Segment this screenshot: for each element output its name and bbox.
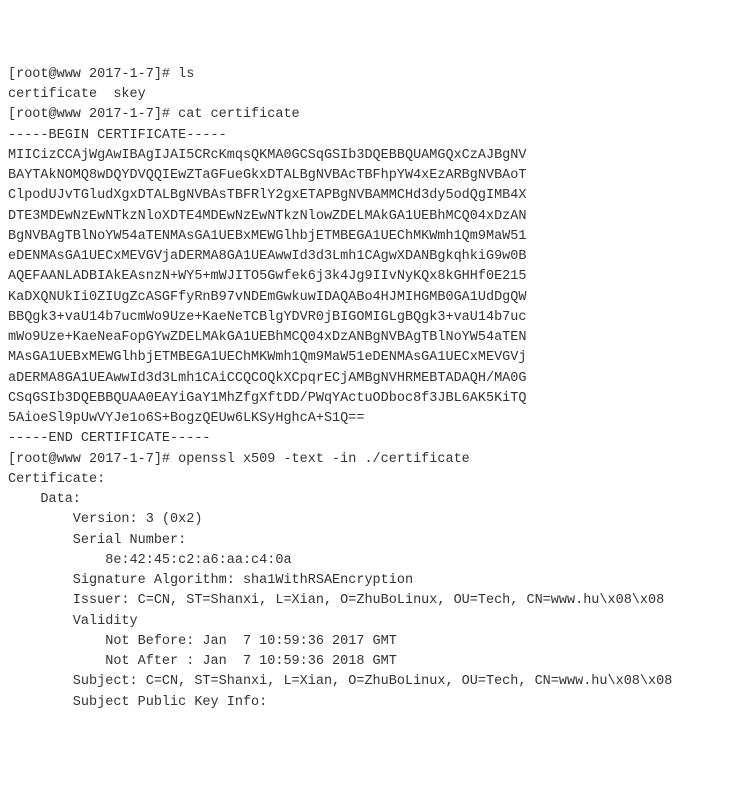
terminal-line: Issuer: C=CN, ST=Shanxi, L=Xian, O=ZhuBo… — [8, 591, 736, 611]
terminal-line: ClpodUJvTGludXgxDTALBgNVBAsTBFRlY2gxETAP… — [8, 186, 736, 206]
terminal-line: Not After : Jan 7 10:59:36 2018 GMT — [8, 652, 736, 672]
terminal-line: CSqGSIb3DQEBBQUAA0EAYiGaY1MhZfgXftDD/PWq… — [8, 389, 736, 409]
terminal-line: [root@www 2017-1-7]# cat certificate — [8, 105, 736, 125]
terminal-line: -----BEGIN CERTIFICATE----- — [8, 126, 736, 146]
terminal-line: BAYTAkNOMQ8wDQYDVQQIEwZTaGFueGkxDTALBgNV… — [8, 166, 736, 186]
terminal-line: Version: 3 (0x2) — [8, 510, 736, 530]
terminal-line: -----END CERTIFICATE----- — [8, 429, 736, 449]
terminal-line: AQEFAANLADBIAkEAsnzN+WY5+mWJITO5Gwfek6j3… — [8, 267, 736, 287]
terminal-line: BgNVBAgTBlNoYW54aTENMAsGA1UEBxMEWGlhbjET… — [8, 227, 736, 247]
terminal-line: certificate skey — [8, 85, 736, 105]
terminal-line: mWo9Uze+KaeNeaFopGYwZDELMAkGA1UEBhMCQ04x… — [8, 328, 736, 348]
terminal-line: KaDXQNUkIi0ZIUgZcASGFfyRnB97vNDEmGwkuwID… — [8, 288, 736, 308]
terminal-line: Subject: C=CN, ST=Shanxi, L=Xian, O=ZhuB… — [8, 672, 736, 692]
terminal-line: Validity — [8, 612, 736, 632]
terminal-output: [root@www 2017-1-7]# lscertificate skey[… — [8, 65, 736, 713]
terminal-line: [root@www 2017-1-7]# openssl x509 -text … — [8, 450, 736, 470]
terminal-line: Serial Number: — [8, 531, 736, 551]
terminal-line: Not Before: Jan 7 10:59:36 2017 GMT — [8, 632, 736, 652]
terminal-line: MAsGA1UEBxMEWGlhbjETMBEGA1UEChMKWmh1Qm9M… — [8, 348, 736, 368]
terminal-line: BBQgk3+vaU14b7ucmWo9Uze+KaeNeTCBlgYDVR0j… — [8, 308, 736, 328]
terminal-line: DTE3MDEwNzEwNTkzNloXDTE4MDEwNzEwNTkzNlow… — [8, 207, 736, 227]
terminal-line: aDERMA8GA1UEAwwId3d3Lmh1CAiCCQCOQkXCpqrE… — [8, 369, 736, 389]
terminal-line: Subject Public Key Info: — [8, 693, 736, 713]
terminal-line: MIICizCCAjWgAwIBAgIJAI5CRcKmqsQKMA0GCSqG… — [8, 146, 736, 166]
terminal-line: 8e:42:45:c2:a6:aa:c4:0a — [8, 551, 736, 571]
terminal-line: 5AioeSl9pUwVYJe1o6S+BogzQEUw6LKSyHghcA+S… — [8, 409, 736, 429]
terminal-line: Certificate: — [8, 470, 736, 490]
terminal-line: [root@www 2017-1-7]# ls — [8, 65, 736, 85]
terminal-line: eDENMAsGA1UECxMEVGVjaDERMA8GA1UEAwwId3d3… — [8, 247, 736, 267]
terminal-line: Data: — [8, 490, 736, 510]
terminal-line: Signature Algorithm: sha1WithRSAEncrypti… — [8, 571, 736, 591]
